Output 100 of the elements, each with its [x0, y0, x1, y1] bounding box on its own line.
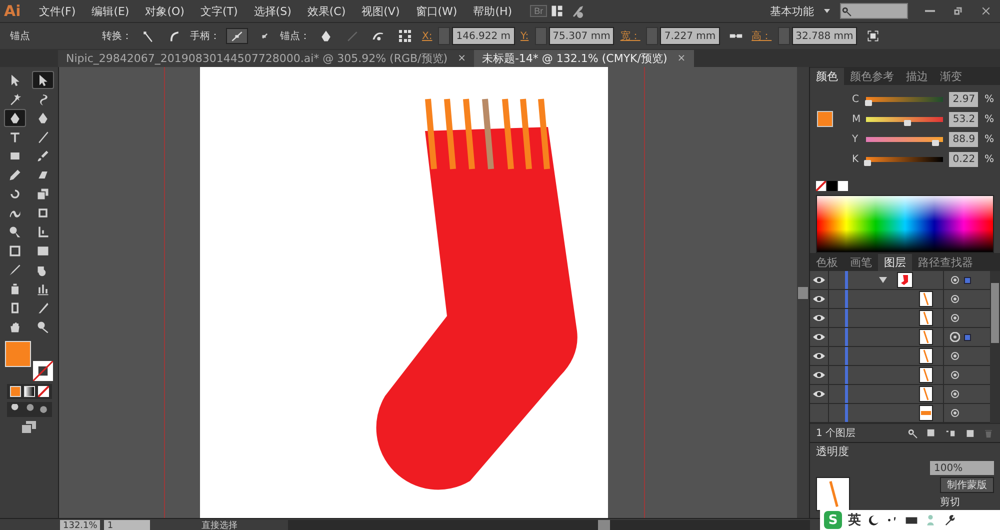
slider-thumb[interactable]	[932, 140, 939, 146]
scroll-thumb[interactable]	[598, 520, 610, 530]
menu-item[interactable]: 选择(S)	[246, 4, 300, 18]
channel-value-field[interactable]: 0.22	[949, 152, 978, 166]
channel-value-field[interactable]: 2.97	[949, 92, 978, 106]
target-icon[interactable]	[950, 408, 960, 418]
gradient-icon	[36, 244, 50, 258]
pen-tool[interactable]	[4, 109, 26, 127]
width-field[interactable]: 7.227 mm	[660, 27, 720, 45]
slider-thumb[interactable]	[865, 100, 872, 106]
fill-swatch[interactable]	[5, 341, 31, 367]
layer-row[interactable]	[810, 328, 990, 347]
scroll-thumb[interactable]	[798, 286, 808, 298]
menu-item[interactable]: 编辑(E)	[84, 4, 138, 18]
menu-item[interactable]: 帮助(H)	[465, 4, 520, 18]
height-field[interactable]: 32.788 mm	[792, 27, 858, 45]
slice-icon	[36, 301, 50, 315]
transform-icon	[866, 29, 880, 43]
menu-item[interactable]: 视图(V)	[354, 4, 408, 18]
page-field[interactable]: 1	[104, 520, 150, 530]
current-tool-label: 直接选择	[200, 520, 238, 530]
gradient-mode-button[interactable]	[24, 386, 34, 397]
target-icon[interactable]	[950, 294, 960, 304]
selection-indicator[interactable]	[964, 276, 971, 284]
panel-tab[interactable]: 色板	[810, 254, 844, 271]
fill-swatch[interactable]	[817, 111, 833, 127]
slider-thumb[interactable]	[904, 120, 912, 126]
none-swatch[interactable]	[816, 181, 826, 191]
selection-indicator[interactable]	[964, 334, 971, 340]
eye-icon[interactable]	[813, 371, 825, 379]
eye-icon[interactable]	[813, 352, 825, 360]
layer-row[interactable]	[810, 347, 990, 366]
y-field[interactable]: 75.307 mm	[548, 27, 614, 45]
document-tab[interactable]: 未标题-14* @ 132.1% (CMYK/预览) ×	[474, 50, 694, 67]
scroll-thumb[interactable]	[991, 283, 999, 343]
eye-icon[interactable]	[813, 276, 825, 284]
make-mask-button[interactable]: 制作蒙版	[940, 477, 994, 493]
channel-label: K	[852, 154, 860, 164]
target-icon[interactable]	[950, 332, 960, 342]
width-label: 宽：	[620, 30, 640, 43]
layer-thumbnail	[919, 348, 933, 364]
target-icon[interactable]	[950, 313, 960, 323]
convert-label: 转换：	[102, 30, 132, 43]
none-mode-button[interactable]	[38, 386, 48, 397]
panel-tab[interactable]: 颜色参考	[844, 68, 900, 85]
menu-item[interactable]: 文字(T)	[192, 4, 246, 18]
eye-icon[interactable]	[813, 333, 825, 341]
target-icon[interactable]	[950, 389, 960, 399]
layer-row[interactable]	[810, 404, 990, 423]
color-mode-button[interactable]	[10, 386, 20, 397]
color-swatch[interactable]	[838, 181, 848, 191]
show-handles-button[interactable]	[226, 28, 248, 44]
search-field[interactable]	[840, 3, 908, 19]
tab-close-button[interactable]: ×	[677, 53, 686, 64]
clip-checkbox-label[interactable]: 剪切	[940, 495, 994, 509]
opacity-field[interactable]: 100%	[930, 461, 994, 475]
search-icon	[841, 6, 852, 16]
menu-item[interactable]: 文件(F)	[30, 4, 84, 18]
x-field[interactable]: 146.922 m	[452, 27, 515, 45]
layer-row[interactable]	[810, 271, 990, 290]
layer-row[interactable]	[810, 366, 990, 385]
workspace-switcher[interactable]: 基本功能	[760, 4, 824, 18]
grid-layout-icon	[550, 4, 564, 18]
target-icon[interactable]	[950, 275, 960, 285]
color-spectrum[interactable]	[816, 195, 994, 253]
ime-mode[interactable]: 英	[848, 511, 861, 529]
stroke-none-swatch[interactable]	[33, 361, 53, 381]
channel-value-field[interactable]: 53.2	[949, 112, 978, 126]
caret-icon[interactable]	[824, 9, 830, 13]
panel-tab[interactable]: 描边	[900, 68, 934, 85]
eye-icon[interactable]	[813, 295, 825, 303]
layer-row[interactable]	[810, 309, 990, 328]
column-graph-icon	[36, 282, 50, 296]
panel-tab[interactable]: 路径查找器	[912, 254, 979, 271]
channel-value-field[interactable]: 88.9	[949, 132, 978, 146]
tab-close-button[interactable]: ×	[458, 53, 466, 64]
eye-icon[interactable]	[813, 314, 825, 322]
menu-item[interactable]: 效果(C)	[299, 4, 354, 18]
line-tool-icon	[36, 130, 50, 144]
document-tab[interactable]: Nipic_29842067_20190830144507728000.ai* @ 305.92% (RGB/预览) ×	[58, 50, 474, 67]
pencil-icon	[8, 168, 22, 182]
expand-triangle-icon[interactable]	[879, 277, 887, 283]
color-swatch[interactable]	[827, 181, 837, 191]
trash-icon	[983, 428, 994, 438]
eye-icon[interactable]	[813, 390, 825, 398]
direct-selection-arrow-tool[interactable]	[32, 71, 54, 89]
layer-thumbnail	[919, 367, 933, 383]
target-icon[interactable]	[950, 370, 960, 380]
menu-item[interactable]: 窗口(W)	[408, 4, 466, 18]
wrench-icon	[943, 514, 956, 526]
panel-tab[interactable]: 渐变	[934, 68, 968, 85]
layer-row[interactable]	[810, 290, 990, 309]
slider-thumb[interactable]	[864, 160, 871, 166]
zoom-field[interactable]: 132.1%	[60, 520, 100, 530]
menu-item[interactable]: 对象(O)	[137, 4, 192, 18]
target-icon[interactable]	[950, 351, 960, 361]
panel-tab[interactable]: 图层	[878, 254, 912, 271]
panel-tab[interactable]: 颜色	[810, 68, 844, 85]
panel-tab[interactable]: 画笔	[844, 254, 878, 271]
layer-row[interactable]	[810, 385, 990, 404]
